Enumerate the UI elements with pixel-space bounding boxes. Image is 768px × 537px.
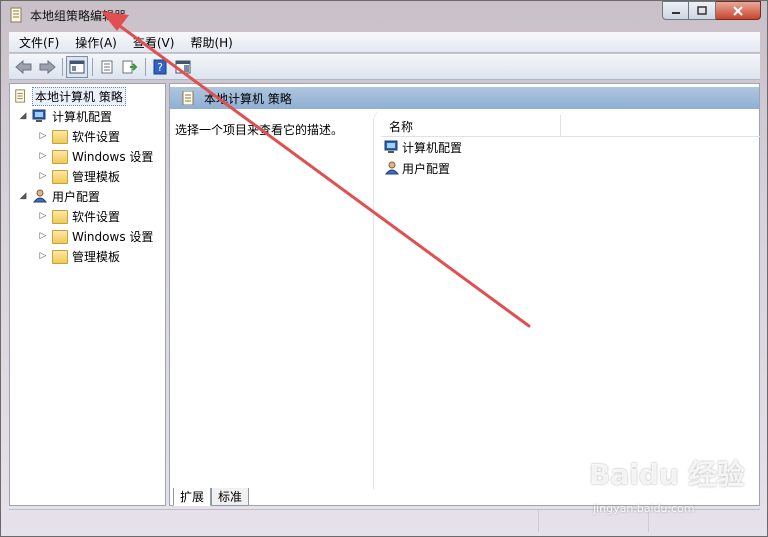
tree-label: Windows 设置 <box>72 149 154 164</box>
window-title: 本地组策略编辑器 <box>30 9 127 23</box>
tree-label: 管理模板 <box>72 249 121 264</box>
tab-extended[interactable]: 扩展 <box>173 488 212 506</box>
tree-item-computer-config[interactable]: ◢ 计算机配置 <box>18 106 112 126</box>
collapse-arrow-icon[interactable]: ◢ <box>18 111 28 121</box>
tree-label: 软件设置 <box>72 209 121 224</box>
expand-arrow-icon[interactable]: ▷ <box>38 251 48 261</box>
tree-root-label: 本地计算机 策略 <box>32 86 126 106</box>
properties-icon <box>101 60 113 73</box>
close-icon <box>733 5 743 16</box>
toolbar-separator <box>92 57 93 76</box>
expand-arrow-icon[interactable]: ▷ <box>38 131 48 141</box>
tree-item-software-settings[interactable]: ▷ 软件设置 <box>38 126 120 146</box>
folder-icon <box>52 210 68 224</box>
details-header-title: 本地计算机 策略 <box>204 91 292 106</box>
toolbar: ? <box>9 54 760 80</box>
expand-arrow-icon[interactable]: ▷ <box>38 231 48 241</box>
back-icon <box>15 59 32 74</box>
show-hide-action-pane-button[interactable] <box>172 56 194 78</box>
menu-view[interactable]: 查看(V) <box>123 34 181 51</box>
policy-editor-icon <box>10 7 22 23</box>
items-list: 名称 计算机配置 用户配置 <box>373 109 760 489</box>
app-window: 本地组策略编辑器 文件(F) 操作(A) 查看(V) 帮助(H) ? 本地计算机… <box>0 0 768 537</box>
tree-item-admin-templates[interactable]: ▷ 管理模板 <box>38 166 120 186</box>
policy-document-icon <box>15 89 25 103</box>
computer-icon <box>32 109 46 122</box>
status-cell-main <box>9 510 539 532</box>
description-text: 选择一个项目来查看它的描述。 <box>175 123 344 137</box>
maximize-icon <box>697 6 707 15</box>
list-item-computer-config[interactable]: 计算机配置 <box>384 137 462 157</box>
expand-arrow-icon[interactable]: ▷ <box>38 211 48 221</box>
back-button[interactable] <box>13 56 35 78</box>
column-header-name[interactable]: 名称 <box>381 115 561 137</box>
menu-bar: 文件(F) 操作(A) 查看(V) 帮助(H) <box>9 32 760 53</box>
help-button[interactable]: ? <box>149 56 171 78</box>
tree-item-windows-settings[interactable]: ▷ Windows 设置 <box>38 226 153 246</box>
list-item-label: 计算机配置 <box>402 140 463 155</box>
collapse-arrow-icon[interactable]: ◢ <box>18 191 28 201</box>
svg-text:?: ? <box>157 61 163 74</box>
details-pane: 本地计算机 策略 选择一个项目来查看它的描述。 名称 计算机配置 用户配置 扩展… <box>169 83 760 506</box>
tree-item-user-config[interactable]: ◢ 用户配置 <box>18 186 100 206</box>
forward-icon <box>39 59 56 74</box>
folder-icon <box>52 250 68 264</box>
properties-button[interactable] <box>96 56 118 78</box>
show-hide-action-pane-icon <box>175 60 191 73</box>
tree-item-windows-settings[interactable]: ▷ Windows 设置 <box>38 146 153 166</box>
tree-label: 用户配置 <box>52 189 101 204</box>
minimize-button[interactable] <box>662 1 689 20</box>
menu-help[interactable]: 帮助(H) <box>180 34 238 51</box>
folder-icon <box>52 150 68 164</box>
baidu-watermark-url: jingyan.baidu.com <box>593 502 695 515</box>
baidu-watermark: Baidu 经验 <box>589 458 745 491</box>
user-icon <box>384 161 400 175</box>
list-item-user-config[interactable]: 用户配置 <box>384 158 450 178</box>
title-bar[interactable]: 本地组策略编辑器 <box>1 1 767 29</box>
menu-file[interactable]: 文件(F) <box>9 34 65 51</box>
console-tree: 本地计算机 策略 ◢ 计算机配置 ▷ 软件设置 ▷ Windows 设置 ▷ 管… <box>9 83 166 506</box>
close-button[interactable] <box>716 1 761 20</box>
view-tabs: 扩展 标准 <box>173 488 250 506</box>
expand-arrow-icon[interactable]: ▷ <box>38 151 48 161</box>
tree-item-software-settings[interactable]: ▷ 软件设置 <box>38 206 120 226</box>
export-list-button[interactable] <box>119 56 141 78</box>
tree-label: 管理模板 <box>72 169 121 184</box>
expand-arrow-icon[interactable]: ▷ <box>38 171 48 181</box>
computer-icon <box>384 140 398 153</box>
tree-item-admin-templates[interactable]: ▷ 管理模板 <box>38 246 120 266</box>
menu-action[interactable]: 操作(A) <box>65 34 123 51</box>
tree-item-root[interactable]: 本地计算机 策略 <box>14 86 126 106</box>
toolbar-separator <box>145 57 146 76</box>
folder-icon <box>52 170 68 184</box>
show-hide-tree-icon <box>69 60 85 73</box>
forward-button[interactable] <box>36 56 58 78</box>
details-header: 本地计算机 策略 <box>170 87 759 109</box>
tree-label: Windows 设置 <box>72 229 154 244</box>
export-list-icon <box>122 60 138 73</box>
toolbar-separator <box>62 57 63 76</box>
tree-label: 计算机配置 <box>52 109 113 124</box>
maximize-button[interactable] <box>689 1 716 20</box>
tab-standard[interactable]: 标准 <box>211 488 250 506</box>
help-icon: ? <box>153 59 167 74</box>
minimize-icon <box>671 11 680 14</box>
policy-document-icon <box>182 91 194 105</box>
column-header-empty[interactable] <box>561 115 760 137</box>
tree-label: 软件设置 <box>72 129 121 144</box>
list-item-label: 用户配置 <box>402 161 451 176</box>
list-column-headers: 名称 <box>381 115 760 137</box>
folder-icon <box>52 230 68 244</box>
show-hide-tree-button[interactable] <box>66 55 88 78</box>
user-icon <box>32 189 48 203</box>
caption-buttons <box>662 1 761 20</box>
folder-icon <box>52 130 68 144</box>
